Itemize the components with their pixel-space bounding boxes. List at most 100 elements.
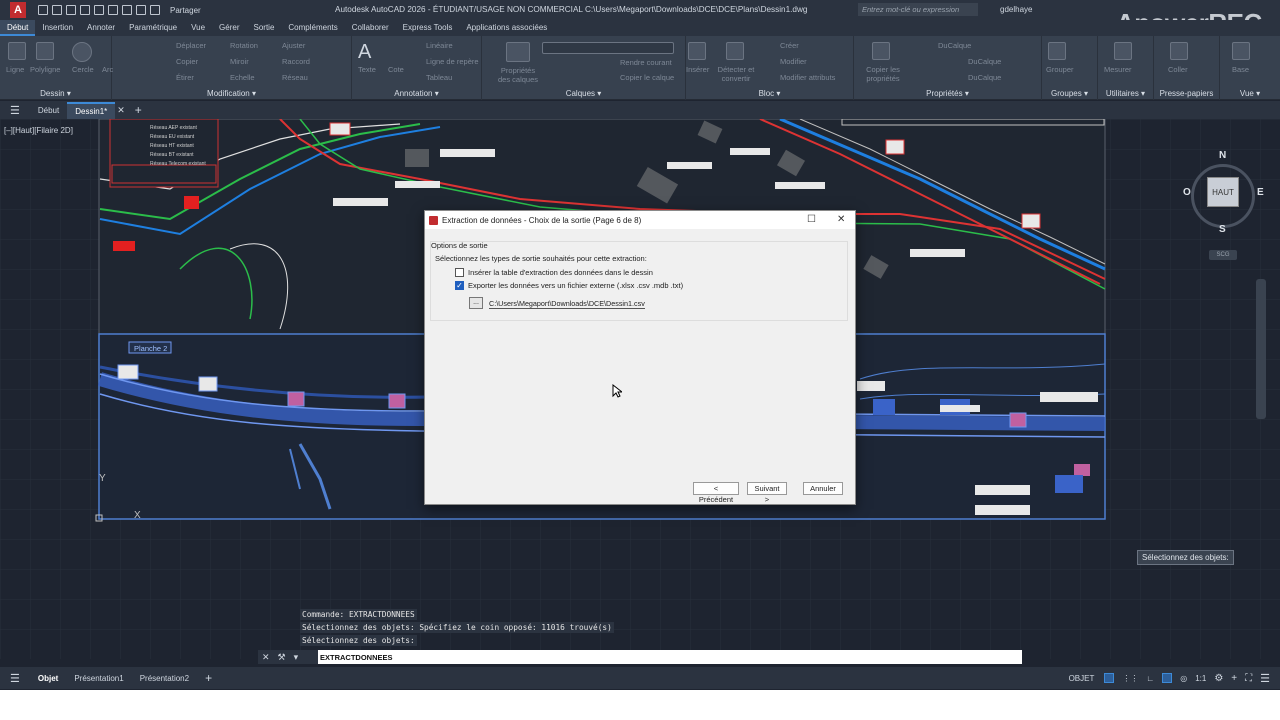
previous-button[interactable]: < Précédent xyxy=(693,482,739,504)
ribbon-btn-measure[interactable]: Mesurer xyxy=(1104,65,1132,74)
compass-east[interactable]: E xyxy=(1257,187,1264,198)
user-name[interactable]: gdelhaye xyxy=(1000,5,1032,14)
command-line[interactable]: EXTRACTDONNEES xyxy=(258,650,1022,664)
autocad-logo[interactable]: A xyxy=(10,2,26,18)
maximize-icon[interactable]: ☐ xyxy=(807,214,816,225)
ribbon-btn-scale[interactable]: Echelle xyxy=(230,73,255,82)
ribbon-tab[interactable]: Express Tools xyxy=(396,20,460,36)
layer-dropdown[interactable] xyxy=(542,42,674,54)
ribbon-btn-trim[interactable]: Ajuster xyxy=(282,41,305,50)
ribbon-btn-base[interactable]: Base xyxy=(1232,65,1249,74)
ribbon-tab[interactable]: Gérer xyxy=(212,20,246,36)
fullscreen-icon[interactable]: ⛶ xyxy=(1245,673,1252,684)
lineweight-dropdown[interactable]: DuCalque xyxy=(968,73,1001,82)
customize-menu-icon[interactable]: ☰ xyxy=(1260,672,1270,685)
cancel-button[interactable]: Annuler xyxy=(803,482,843,495)
ucs-menu[interactable]: SCG xyxy=(1209,250,1237,260)
paste-icon[interactable] xyxy=(1170,42,1188,60)
panel-title-modification[interactable]: Modification ▾ xyxy=(112,89,351,98)
ribbon-btn-polyline[interactable]: Polyligne xyxy=(30,65,60,74)
line-icon[interactable] xyxy=(8,42,26,60)
menu-icon[interactable]: ☰ xyxy=(10,104,20,117)
open-icon[interactable] xyxy=(52,5,62,15)
command-input[interactable]: EXTRACTDONNEES xyxy=(320,653,393,662)
insert-table-option[interactable]: Insérer la table d'extraction des donnée… xyxy=(455,268,653,277)
circle-icon[interactable] xyxy=(72,42,92,62)
close-tab-icon[interactable]: ✕ xyxy=(117,105,125,116)
ribbon-btn-make-current[interactable]: Rendre courant xyxy=(620,58,672,67)
ribbon-btn-array[interactable]: Réseau xyxy=(282,73,308,82)
ribbon-btn-detect[interactable]: Détecter et convertir xyxy=(716,65,756,83)
tab-start[interactable]: Début xyxy=(30,103,67,118)
ribbon-tab[interactable]: Sortie xyxy=(247,20,282,36)
ribbon-btn-line[interactable]: Ligne xyxy=(6,65,24,74)
viewcube[interactable]: N S E O HAUT SCG xyxy=(1183,150,1264,260)
tab-layout2[interactable]: Présentation2 xyxy=(132,671,197,686)
gear-icon[interactable]: ⚙ xyxy=(1214,673,1223,684)
panel-title-calques[interactable]: Calques ▾ xyxy=(482,89,685,98)
plot-icon[interactable] xyxy=(108,5,118,15)
ribbon-btn-edit-attributes[interactable]: Modifier attributs xyxy=(780,73,835,82)
tab-dessin1[interactable]: Dessin1* xyxy=(67,101,116,119)
ribbon-btn-insert[interactable]: Insérer xyxy=(686,65,709,74)
add-layout-icon[interactable]: + xyxy=(205,671,212,685)
ribbon-btn-stretch[interactable]: Étirer xyxy=(176,73,194,82)
layer-properties-icon[interactable] xyxy=(506,42,530,62)
compass-north[interactable]: N xyxy=(1219,150,1226,161)
ribbon-btn-match-properties[interactable]: Copier les propriétés xyxy=(858,65,908,83)
detect-convert-icon[interactable] xyxy=(726,42,744,60)
close-icon[interactable]: ✕ xyxy=(837,214,845,225)
panel-title-utilitaires[interactable]: Utilitaires ▾ xyxy=(1098,89,1153,98)
text-icon[interactable]: A xyxy=(358,42,378,64)
panel-title-annotation[interactable]: Annotation ▾ xyxy=(352,89,481,98)
ribbon-tab[interactable]: Annoter xyxy=(80,20,122,36)
viewcube-face[interactable]: HAUT xyxy=(1207,177,1239,207)
close-cmd-icon[interactable]: ✕ xyxy=(262,652,270,663)
ribbon-btn-edit[interactable]: Modifier xyxy=(780,57,807,66)
browse-button[interactable]: ... xyxy=(469,297,483,309)
base-view-icon[interactable] xyxy=(1232,42,1250,60)
panel-title-groupes[interactable]: Groupes ▾ xyxy=(1042,89,1097,98)
panel-title-dessin[interactable]: Dessin ▾ xyxy=(0,89,111,98)
ribbon-tab[interactable]: Vue xyxy=(184,20,212,36)
tab-model[interactable]: Objet xyxy=(30,671,66,686)
ribbon-tab[interactable]: Paramétrique xyxy=(122,20,184,36)
output-path-field[interactable]: C:\Users\Megaport\Downloads\DCE\Dessin1.… xyxy=(489,299,645,309)
compass-south[interactable]: S xyxy=(1219,224,1226,235)
navigation-bar[interactable] xyxy=(1256,279,1266,419)
save-as-icon[interactable] xyxy=(80,5,90,15)
match-properties-icon[interactable] xyxy=(872,42,890,60)
ortho-icon[interactable]: ∟ xyxy=(1146,674,1154,683)
ribbon-btn-group[interactable]: Grouper xyxy=(1046,65,1074,74)
measure-icon[interactable] xyxy=(1114,42,1132,60)
panel-title-vue[interactable]: Vue ▾ xyxy=(1220,89,1280,98)
panel-title-proprietes[interactable]: Propriétés ▾ xyxy=(854,89,1041,98)
web-icon[interactable] xyxy=(94,5,104,15)
ribbon-btn-copy[interactable]: Copier xyxy=(176,57,198,66)
customize-cmd-icon[interactable]: ⚒ xyxy=(278,652,286,663)
save-icon[interactable] xyxy=(66,5,76,15)
insert-block-icon[interactable] xyxy=(688,42,706,60)
redo-icon[interactable] xyxy=(136,5,146,15)
ribbon-btn-mirror[interactable]: Miroir xyxy=(230,57,249,66)
linetype-dropdown[interactable]: DuCalque xyxy=(968,57,1001,66)
share-button[interactable]: Partager xyxy=(170,6,201,15)
ribbon-tab[interactable]: Applications associées xyxy=(459,20,554,36)
viewport-label[interactable]: [–][Haut][Filaire 2D] xyxy=(4,126,73,135)
ribbon-btn-dimension[interactable]: Cote xyxy=(388,65,404,74)
ribbon-btn-circle[interactable]: Cercle xyxy=(72,65,94,74)
model-space-indicator[interactable]: OBJET xyxy=(1069,674,1095,683)
export-file-option[interactable]: ✓ Exporter les données vers un fichier e… xyxy=(455,281,683,290)
insert-table-checkbox[interactable] xyxy=(455,268,464,277)
snap-icon[interactable]: ⋮⋮ xyxy=(1122,674,1138,683)
ribbon-btn-move[interactable]: Déplacer xyxy=(176,41,206,50)
ribbon-btn-paste[interactable]: Coller xyxy=(1168,65,1188,74)
polyline-icon[interactable] xyxy=(36,42,54,60)
ribbon-btn-match-layer[interactable]: Copier le calque xyxy=(620,73,674,82)
ribbon-btn-text[interactable]: Texte xyxy=(358,65,376,74)
ribbon-btn-table[interactable]: Tableau xyxy=(426,73,452,82)
print-icon[interactable] xyxy=(150,5,160,15)
ribbon-tab[interactable]: Début xyxy=(0,20,36,36)
tab-layout1[interactable]: Présentation1 xyxy=(66,671,131,686)
layout-menu-icon[interactable]: ☰ xyxy=(10,672,20,685)
